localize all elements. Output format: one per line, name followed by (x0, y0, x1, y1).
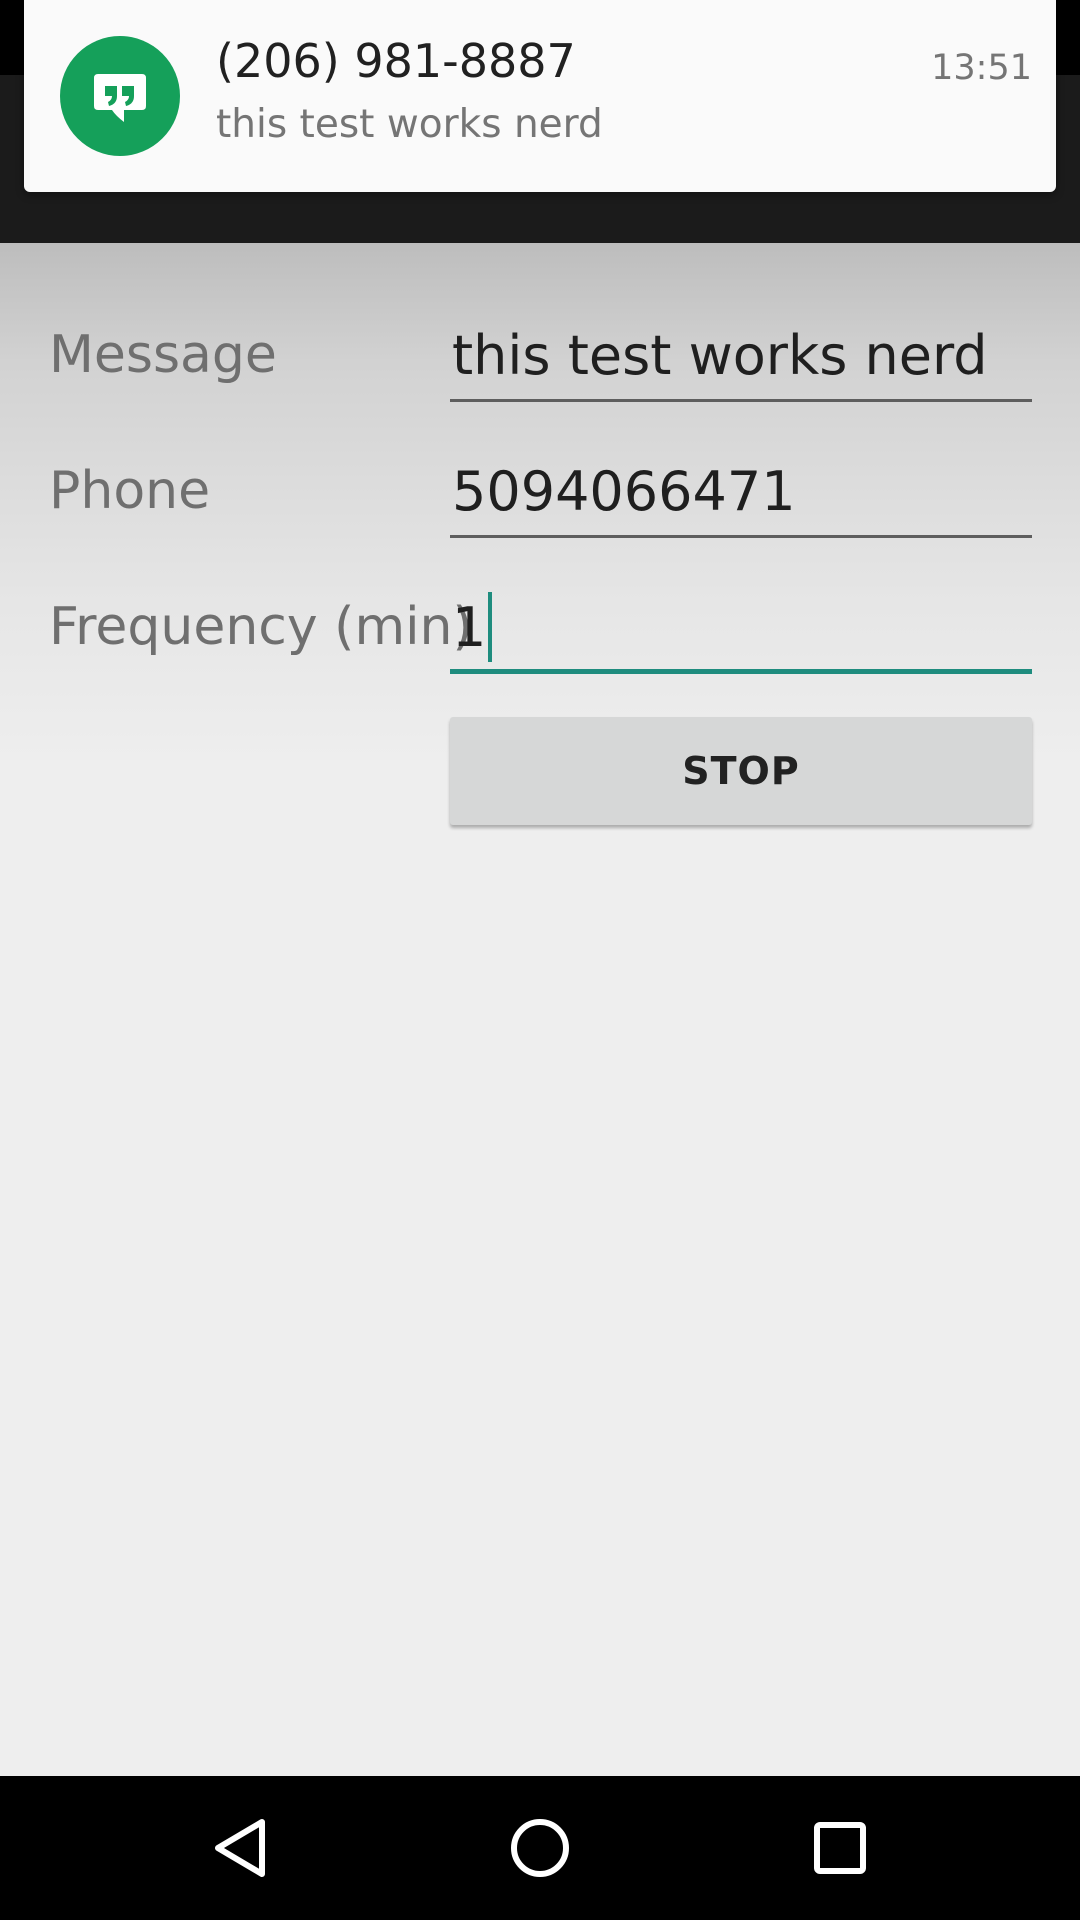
notification-text: this test works nerd (216, 102, 603, 147)
message-label: Message (49, 325, 277, 385)
back-triangle-icon[interactable] (195, 1803, 285, 1893)
main-content: Message this test works nerd Phone 50940… (0, 243, 1080, 1776)
hangouts-quote-icon (60, 36, 180, 156)
navigation-bar (0, 1776, 1080, 1920)
frequency-label: Frequency (min) (49, 597, 473, 657)
message-field[interactable]: this test works nerd (450, 320, 1032, 402)
text-cursor (488, 592, 493, 663)
notification-time: 13:51 (931, 48, 1032, 88)
recents-square-icon[interactable] (795, 1803, 885, 1893)
phone-field[interactable]: 5094066471 (450, 456, 1032, 538)
home-circle-icon[interactable] (495, 1803, 585, 1893)
phone-label: Phone (49, 461, 211, 521)
frequency-value: 1 (452, 596, 487, 659)
frequency-field[interactable]: 1 (450, 592, 1032, 674)
notification-title: (206) 981-8887 (216, 34, 576, 88)
heads-up-notification[interactable]: (206) 981-8887 this test works nerd 13:5… (24, 0, 1056, 192)
stop-button[interactable]: STOP (450, 717, 1032, 825)
